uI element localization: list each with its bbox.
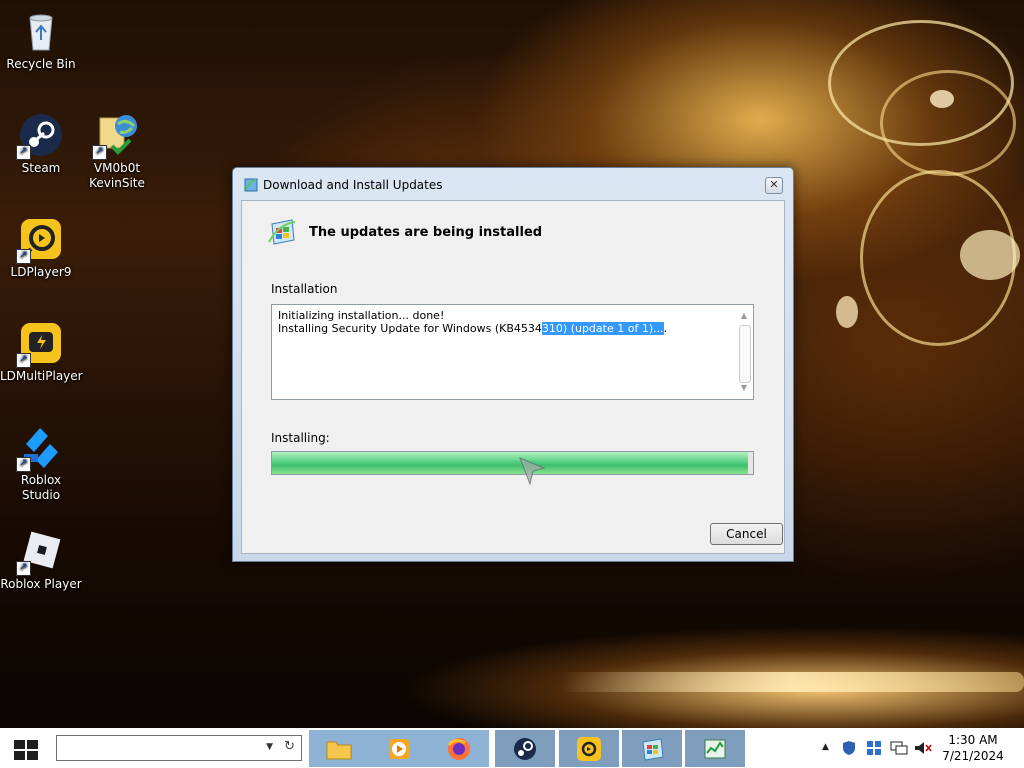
globe-folder-icon: ↗ — [92, 112, 140, 160]
task-manager-icon — [702, 737, 728, 761]
recycle-bin-icon — [18, 8, 64, 54]
media-player-icon — [386, 737, 412, 761]
file-explorer-icon — [326, 737, 352, 761]
close-button[interactable]: ✕ — [765, 177, 783, 194]
progress-label: Installing: — [271, 431, 330, 445]
security-shield-icon[interactable] — [842, 740, 856, 759]
desktop-icon-recycle-bin[interactable]: Recycle Bin — [0, 8, 82, 72]
dialog-title: Download and Install Updates — [263, 178, 443, 192]
ldplayer-icon — [576, 737, 602, 761]
taskbar-firefox[interactable] — [429, 730, 489, 767]
install-progress-bar — [271, 451, 754, 475]
progress-fill — [272, 452, 749, 474]
installation-label: Installation — [271, 282, 338, 296]
taskbar-ldplayer[interactable] — [558, 730, 620, 767]
log-line: Installing Security Update for Windows (… — [278, 322, 667, 335]
search-input[interactable]: ▼ ↻ — [56, 735, 302, 761]
dialog-body: The updates are being installed Installa… — [241, 200, 785, 554]
desktop-icon-steam[interactable]: ↗ Steam — [0, 112, 82, 176]
taskbar-task-manager[interactable] — [684, 730, 746, 767]
dialog-titlebar[interactable]: Download and Install Updates ✕ — [233, 168, 793, 200]
dialog-headline: The updates are being installed — [309, 225, 543, 240]
desktop-icon-label: VM0b0t KevinSite — [89, 161, 145, 190]
desktop-icon-label: Roblox Player — [0, 577, 82, 591]
log-line: Initializing installation... done! — [278, 309, 445, 322]
scroll-up-icon[interactable]: ▲ — [737, 309, 751, 323]
roblox-studio-icon: ↗ — [16, 424, 64, 472]
taskbar-windows-update[interactable] — [621, 730, 683, 767]
chevron-down-icon[interactable]: ▼ — [266, 742, 273, 752]
clock-time: 1:30 AM — [948, 733, 998, 747]
shortcut-arrow-icon: ↗ — [16, 249, 31, 264]
network-icon[interactable] — [890, 740, 908, 759]
windows-update-icon — [266, 216, 298, 248]
chevron-up-icon[interactable]: ▲ — [822, 742, 829, 752]
start-button[interactable] — [12, 738, 40, 762]
shortcut-arrow-icon: ↗ — [92, 145, 107, 160]
windows-update-icon — [243, 177, 259, 193]
ldmultiplayer-icon: ↗ — [16, 320, 64, 368]
steam-icon: ↗ — [16, 112, 64, 160]
cancel-button[interactable]: Cancel — [710, 523, 783, 545]
desktop-icon-label: LDMultiPlayer — [0, 369, 83, 383]
log-text: . — [663, 322, 668, 335]
taskbar-steam[interactable] — [494, 730, 556, 767]
windows-logo-icon — [14, 740, 38, 760]
log-text: Installing Security Update for Windows (… — [278, 322, 542, 335]
desktop-icon-roblox-player[interactable]: ↗ Roblox Player — [0, 528, 82, 592]
log-selected-text: 310) (update 1 of 1)... — [541, 322, 664, 335]
taskbar: ▼ ↻ ▲ 1:30 AM 7/21/2024 — [0, 728, 1024, 768]
desktop-icon-ldmultiplayer[interactable]: ↗ LDMultiPlayer — [0, 320, 83, 384]
desktop-icon-roblox-studio[interactable]: ↗ Roblox Studio — [0, 424, 82, 503]
desktop-icon-label: LDPlayer9 — [10, 265, 72, 279]
desktop-icon-label: Steam — [21, 161, 61, 175]
shortcut-arrow-icon: ↗ — [16, 457, 31, 472]
taskbar-media-player[interactable] — [369, 730, 429, 767]
update-dialog: Download and Install Updates ✕ The updat… — [232, 167, 794, 562]
refresh-icon[interactable]: ↻ — [284, 739, 295, 754]
shortcut-arrow-icon: ↗ — [16, 145, 31, 160]
shortcut-arrow-icon: ↗ — [16, 353, 31, 368]
taskbar-file-explorer[interactable] — [309, 730, 369, 767]
firefox-icon — [446, 737, 472, 761]
desktop-icon-label: Recycle Bin — [6, 57, 76, 71]
desktop-icon-ldplayer9[interactable]: ↗ LDPlayer9 — [0, 216, 82, 280]
scroll-thumb[interactable] — [739, 325, 751, 383]
ldplayer-icon: ↗ — [16, 216, 64, 264]
clock-date: 7/21/2024 — [942, 749, 1004, 763]
clock[interactable]: 1:30 AM 7/21/2024 — [938, 732, 1008, 764]
roblox-player-icon: ↗ — [16, 528, 64, 576]
windows-grid-icon[interactable] — [866, 740, 882, 759]
windows-update-icon — [639, 737, 665, 761]
desktop-icon-vm0b0t-kevinsite[interactable]: ↗ VM0b0t KevinSite — [76, 112, 158, 191]
installation-log[interactable]: Initializing installation... done! Insta… — [271, 304, 754, 400]
scroll-down-icon[interactable]: ▼ — [737, 381, 751, 395]
steam-icon — [512, 737, 538, 761]
log-scrollbar[interactable]: ▲ ▼ — [737, 309, 751, 395]
volume-muted-icon[interactable] — [914, 740, 932, 759]
desktop-icon-label: Roblox Studio — [20, 473, 62, 502]
shortcut-arrow-icon: ↗ — [16, 561, 31, 576]
